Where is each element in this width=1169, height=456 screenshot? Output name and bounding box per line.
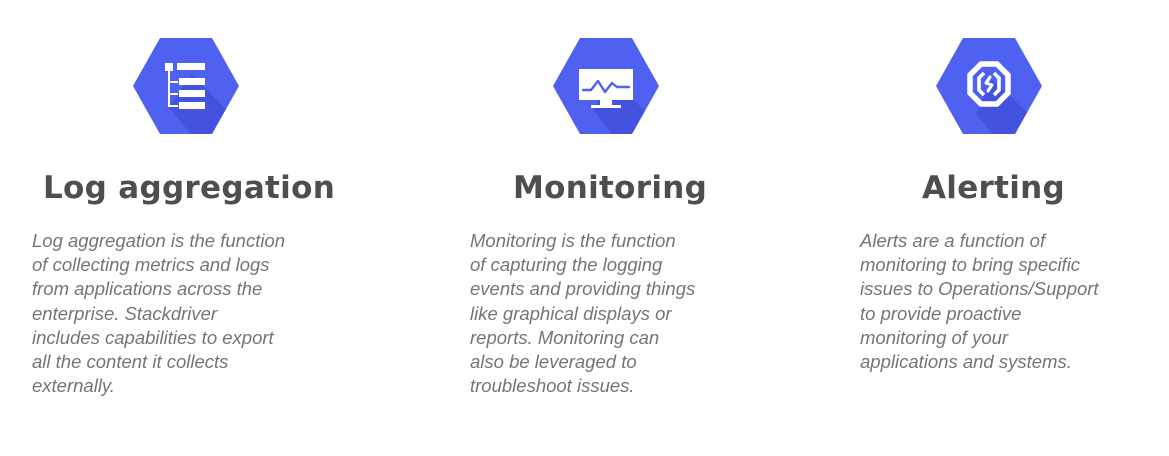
description-line: of capturing the logging	[470, 254, 663, 276]
description-line: like graphical displays or	[470, 302, 672, 324]
monitor-chart-icon	[553, 38, 659, 134]
description-line: events and providing things	[470, 278, 696, 300]
description-line: Alerts are a function of	[860, 230, 1046, 251]
description-line: enterprise. Stackdriver	[32, 302, 218, 324]
feature-title: Monitoring	[513, 170, 708, 206]
description-line: reports. Monitoring can	[470, 326, 660, 348]
description-line: Monitoring is the function	[470, 230, 676, 251]
feature-title: Log aggregation	[43, 170, 336, 206]
description-line: issues to Operations/Support	[860, 278, 1099, 300]
alert-octagon-icon	[936, 38, 1042, 134]
description-line: all the content it collects	[32, 351, 229, 373]
description-line: monitoring of your	[860, 326, 1009, 348]
feature-description: Alerts are a function of monitoring to b…	[860, 229, 1099, 374]
log-tree-icon	[133, 38, 239, 134]
description-line: from applications across the	[32, 278, 263, 300]
description-line: troubleshoot issues.	[470, 375, 635, 397]
description-line: monitoring to bring specific	[860, 254, 1081, 276]
description-line: also be leveraged to	[470, 351, 637, 373]
description-line: includes capabilities to export	[32, 326, 274, 348]
feature-title: Alerting	[922, 170, 1066, 206]
description-line: externally.	[32, 375, 115, 397]
feature-description: Monitoring is the function of capturing …	[470, 229, 695, 398]
description-line: of collecting metrics and logs	[32, 254, 270, 276]
description-line: Log aggregation is the function	[32, 230, 286, 251]
feature-description: Log aggregation is the function of colle…	[32, 229, 285, 398]
description-line: applications and systems.	[860, 351, 1072, 373]
description-line: to provide proactive	[860, 302, 1022, 324]
